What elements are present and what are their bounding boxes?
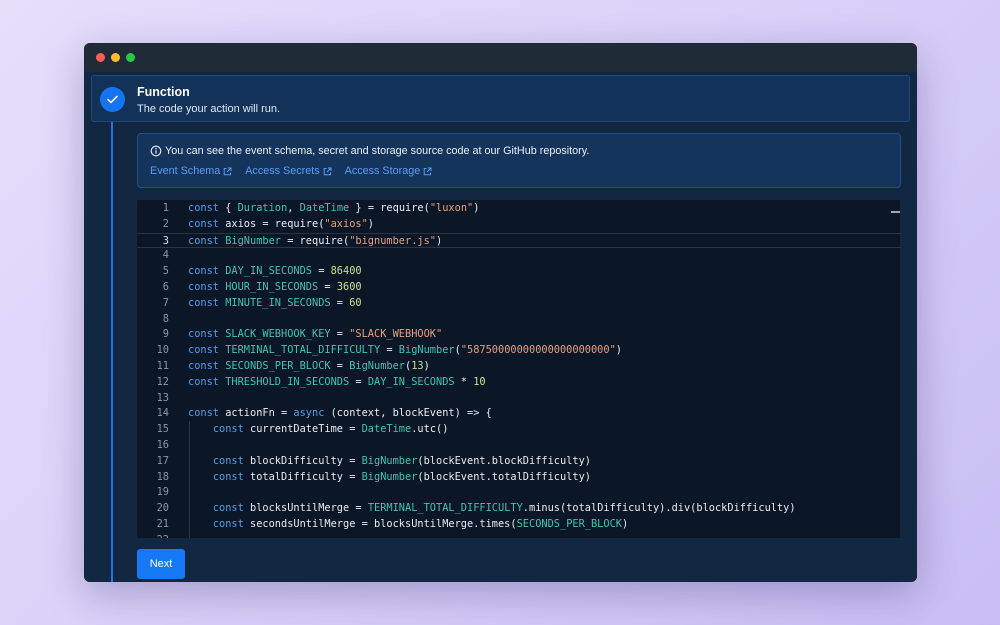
code-line[interactable]: 3 const BigNumber = require("bignumber.js… <box>137 232 901 249</box>
step-title: Function <box>137 85 190 99</box>
code-line[interactable]: 21 const secondsUntilMerge = blocksUntil… <box>137 517 901 533</box>
info-circle-icon <box>150 145 162 157</box>
line-number: 8 <box>162 312 169 325</box>
code-line-text: const secondsUntilMerge = blocksUntilMer… <box>212 518 629 530</box>
code-line[interactable]: 5 const DAY_IN_SECONDS = 86400 <box>137 264 901 280</box>
line-number: 5 <box>162 265 169 278</box>
line-number: 18 <box>156 470 169 483</box>
line-number: 3 <box>162 234 169 247</box>
code-line[interactable]: 2 const axios = require("axios") <box>137 217 901 233</box>
line-number: 1 <box>162 202 169 214</box>
code-line[interactable]: 12 const THRESHOLD_IN_SECONDS = DAY_IN_SE… <box>137 375 901 391</box>
code-line[interactable]: 19 <box>137 485 901 501</box>
event-schema-link-label: Event Schema <box>150 165 221 177</box>
external-link-icon <box>323 167 332 176</box>
access-secrets-link-label: Access Secrets <box>245 165 320 177</box>
code-line[interactable]: 22 <box>137 533 901 538</box>
code-line[interactable]: 15 const currentDateTime = DateTime.utc(… <box>137 422 901 438</box>
info-message-text: You can see the event schema, secret and… <box>165 145 590 157</box>
access-storage-link[interactable]: Access Storage <box>345 165 433 177</box>
code-line-text: const SECONDS_PER_BLOCK = BigNumber(13) <box>188 360 430 372</box>
access-storage-link-label: Access Storage <box>344 165 421 177</box>
code-line-text: const MINUTE_IN_SECONDS = 60 <box>188 296 362 309</box>
code-line[interactable]: 20 const blocksUntilMerge = TERMINAL_TOT… <box>137 501 901 517</box>
line-number: 22 <box>137 533 169 538</box>
window-titlebar <box>84 43 917 72</box>
code-line[interactable]: 18 const totalDifficulty = BigNumber(blo… <box>137 470 901 486</box>
line-number: 13 <box>156 391 169 404</box>
check-icon <box>100 87 125 112</box>
code-line[interactable]: 4 <box>137 248 901 264</box>
line-number: 9 <box>162 328 169 341</box>
next-button[interactable]: Next <box>137 549 185 579</box>
minimize-window-button[interactable] <box>111 53 120 62</box>
code-line[interactable]: 11 const SECONDS_PER_BLOCK = BigNumber(13… <box>137 359 901 375</box>
code-line[interactable]: 14 const actionFn = async (context, block… <box>137 406 901 422</box>
function-step-panel: Function The code your action will run. … <box>84 72 917 582</box>
close-window-button[interactable] <box>96 53 105 62</box>
code-line[interactable]: 1 const { Duration, DateTime } = require(… <box>137 201 901 217</box>
code-line-text: const totalDifficulty = BigNumber(blockE… <box>212 470 591 483</box>
code-line-text: const actionFn = async (context, blockEv… <box>188 407 492 420</box>
step-header[interactable]: Function The code your action will run. <box>91 75 910 122</box>
code-line[interactable]: 7 const MINUTE_IN_SECONDS = 60 <box>137 296 901 312</box>
app-window: Function The code your action will run. … <box>84 43 917 582</box>
step-subtitle: The code your action will run. <box>137 103 281 115</box>
code-line-text: const axios = require("axios") <box>188 217 374 230</box>
code-line[interactable]: 6 const HOUR_IN_SECONDS = 3600 <box>137 280 901 296</box>
line-number: 16 <box>156 439 169 451</box>
line-number: 12 <box>156 375 169 388</box>
code-line-text: const { Duration, DateTime } = require("… <box>188 202 480 214</box>
line-number: 14 <box>156 407 169 420</box>
line-number: 7 <box>162 296 169 309</box>
code-line[interactable]: 8 <box>137 312 901 328</box>
line-number: 11 <box>156 360 169 372</box>
code-line-text: const blocksUntilMerge = TERMINAL_TOTAL_… <box>212 502 796 515</box>
code-line-text: const blockDifficulty = BigNumber(blockE… <box>212 454 591 467</box>
external-link-icon <box>423 167 432 176</box>
code-line[interactable]: 9 const SLACK_WEBHOOK_KEY = "SLACK_WEBHOO… <box>137 327 901 343</box>
access-secrets-link[interactable]: Access Secrets <box>245 165 332 177</box>
line-number: 20 <box>156 502 169 515</box>
line-number: 17 <box>156 454 169 467</box>
info-callout: You can see the event schema, secret and… <box>137 133 901 188</box>
step-progress-line <box>111 122 113 582</box>
info-links: Event Schema Access Secrets Access Stora… <box>150 165 445 177</box>
line-number: 6 <box>162 281 169 293</box>
line-number: 19 <box>156 486 169 499</box>
line-number: 10 <box>156 344 169 357</box>
code-line-text: const DAY_IN_SECONDS = 86400 <box>188 265 362 278</box>
code-line-text: const currentDateTime = DateTime.utc() <box>212 423 449 436</box>
code-line[interactable]: 16 <box>137 438 901 454</box>
code-line-text: const TERMINAL_TOTAL_DIFFICULTY = BigNum… <box>188 344 622 357</box>
info-message: You can see the event schema, secret and… <box>150 145 589 157</box>
code-line-text: const HOUR_IN_SECONDS = 3600 <box>188 281 362 293</box>
external-link-icon <box>223 167 232 176</box>
code-line-text: const BigNumber = require("bignumber.js"… <box>188 234 443 247</box>
code-line[interactable]: 10 const TERMINAL_TOTAL_DIFFICULTY = BigN… <box>137 343 901 359</box>
code-line[interactable]: 17 const blockDifficulty = BigNumber(blo… <box>137 454 901 470</box>
code-line-text: const SLACK_WEBHOOK_KEY = "SLACK_WEBHOOK… <box>188 328 443 341</box>
maximize-window-button[interactable] <box>126 53 135 62</box>
line-number: 4 <box>162 249 169 262</box>
line-number: 21 <box>156 518 169 530</box>
code-editor[interactable]: 1 const { Duration, DateTime } = require(… <box>137 200 901 538</box>
line-number: 15 <box>156 423 169 436</box>
event-schema-link[interactable]: Event Schema <box>150 165 232 177</box>
code-line-text: const THRESHOLD_IN_SECONDS = DAY_IN_SECO… <box>188 375 486 388</box>
line-number: 2 <box>162 217 169 230</box>
code-line[interactable]: 13 <box>137 391 901 407</box>
